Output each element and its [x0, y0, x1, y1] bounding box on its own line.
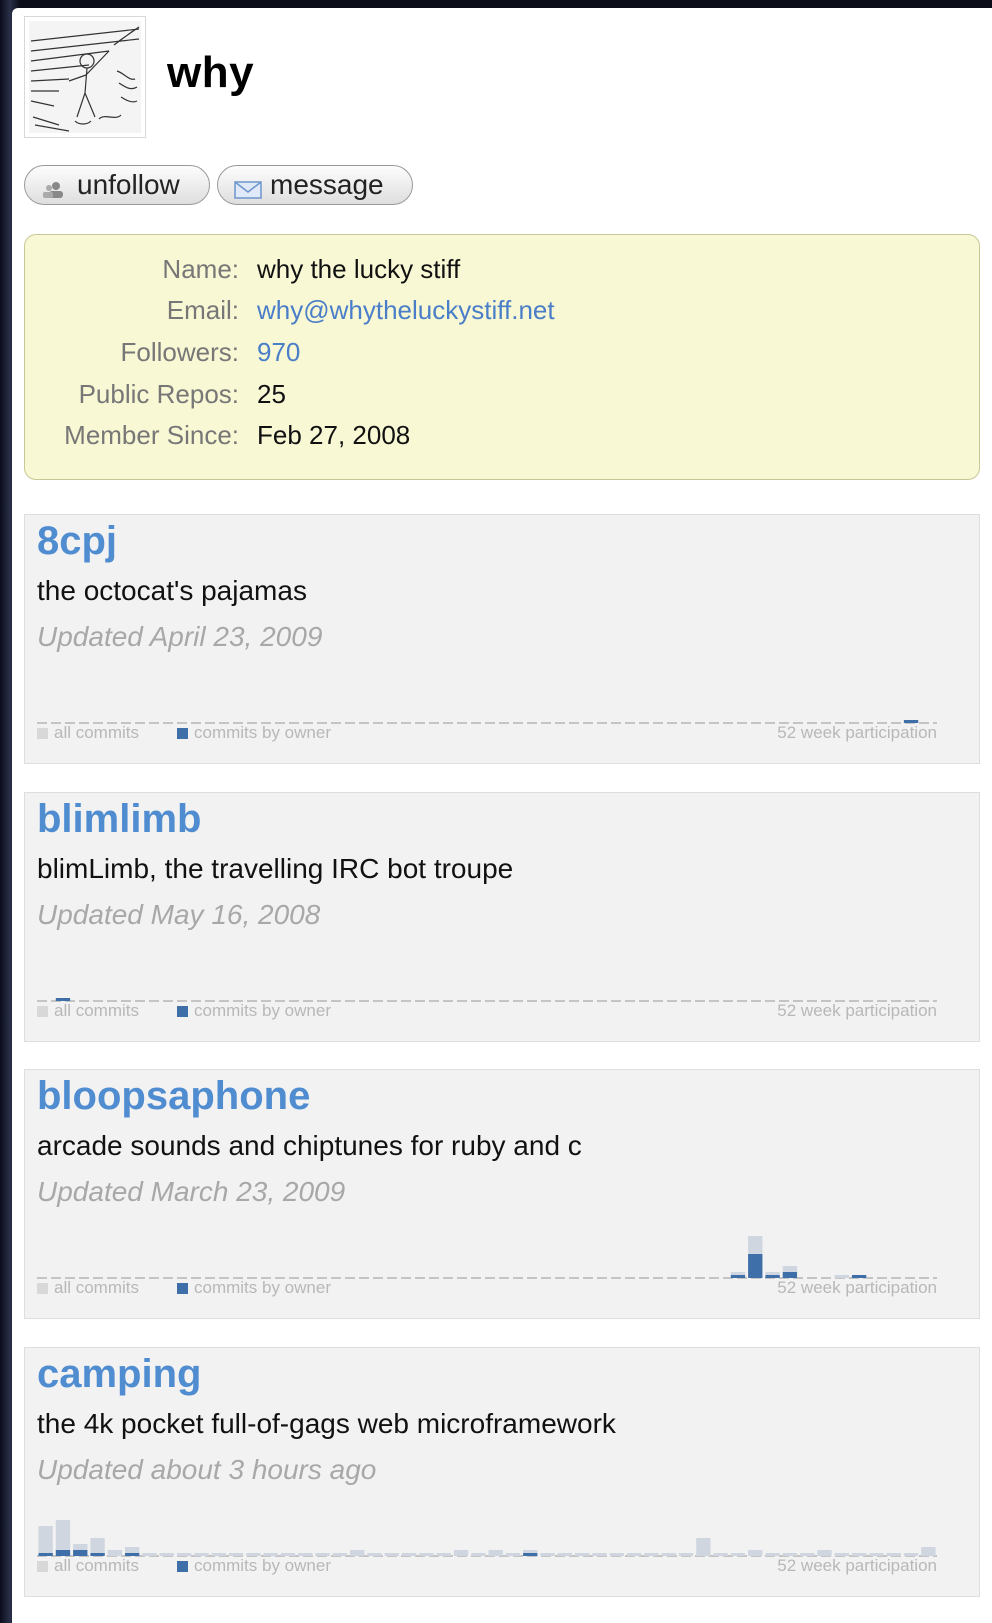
member-since-label: Member Since:: [64, 420, 239, 450]
legend-owner-commits: commits by owner: [177, 723, 331, 743]
profile-username: why: [167, 48, 255, 97]
avatar[interactable]: [24, 16, 146, 138]
info-row-repos: Public Repos: 25: [25, 374, 979, 414]
sketch-avatar-icon: [29, 21, 141, 133]
repo-updated: Updated about 3 hours ago: [37, 1454, 377, 1485]
participation-graph: [37, 1520, 937, 1557]
member-since-value: Feb 27, 2008: [257, 420, 411, 450]
message-button[interactable]: message: [217, 165, 413, 205]
repo-updated: Updated April 23, 2009: [37, 621, 323, 652]
repo-description: the octocat's pajamas: [37, 575, 307, 606]
name-value: why the lucky stiff: [257, 254, 461, 284]
graph-legend: all commits commits by owner 52 week par…: [37, 1001, 937, 1025]
repo-description: the 4k pocket full-of-gags web microfram…: [37, 1408, 616, 1439]
owner-commits-bar: [748, 1254, 763, 1278]
graph-legend: all commits commits by owner 52 week par…: [37, 1556, 937, 1580]
all-commits-bar: [696, 1538, 711, 1556]
name-label: Name:: [162, 254, 239, 284]
all-commits-bar: [38, 1526, 53, 1556]
legend-owner-commits: commits by owner: [177, 1278, 331, 1298]
participation-graph: [37, 998, 937, 1002]
profile-info-box: Name: why the lucky stiff Email: why@why…: [24, 234, 980, 480]
participation-graph: [37, 1236, 937, 1279]
followers-label: Followers:: [120, 337, 239, 367]
legend-participation: 52 week participation: [777, 1278, 937, 1297]
repo-name-link[interactable]: bloopsaphone: [37, 1074, 310, 1119]
message-label: message: [270, 169, 384, 200]
graph-legend: all commits commits by owner 52 week par…: [37, 723, 937, 747]
participation-graph: [37, 720, 937, 724]
repo-description: arcade sounds and chiptunes for ruby and…: [37, 1130, 582, 1161]
legend-all-commits: all commits: [37, 1278, 139, 1298]
legend-participation: 52 week participation: [777, 1556, 937, 1575]
legend-all-commits: all commits: [37, 1001, 139, 1021]
repo-name-link[interactable]: blimlimb: [37, 797, 201, 842]
info-row-email: Email: why@whytheluckystiff.net: [25, 290, 979, 330]
repo-updated: Updated May 16, 2008: [37, 899, 321, 930]
legend-participation: 52 week participation: [777, 723, 937, 742]
repo-card: blimlimb blimLimb, the travelling IRC bo…: [24, 792, 980, 1042]
window-frame: why unfollow message Name: why the lucky…: [0, 0, 992, 1623]
legend-all-commits: all commits: [37, 723, 139, 743]
unfollow-label: unfollow: [77, 169, 180, 200]
repo-name-link[interactable]: camping: [37, 1352, 201, 1397]
envelope-icon: [234, 175, 262, 199]
repo-card: bloopsaphone arcade sounds and chiptunes…: [24, 1069, 980, 1319]
repo-card: camping the 4k pocket full-of-gags web m…: [24, 1347, 980, 1597]
legend-owner-commits: commits by owner: [177, 1556, 331, 1576]
repo-name-link[interactable]: 8cpj: [37, 519, 117, 564]
users-icon: [41, 175, 67, 198]
info-row-followers: Followers: 970: [25, 332, 979, 372]
followers-link[interactable]: 970: [257, 332, 300, 372]
repo-description: blimLimb, the travelling IRC bot troupe: [37, 853, 514, 884]
info-row-member-since: Member Since: Feb 27, 2008: [25, 415, 979, 455]
info-row-name: Name: why the lucky stiff: [25, 249, 979, 289]
email-link[interactable]: why@whytheluckystiff.net: [257, 290, 555, 330]
legend-participation: 52 week participation: [777, 1001, 937, 1020]
profile-page: why unfollow message Name: why the lucky…: [12, 8, 992, 1623]
repos-value: 25: [257, 379, 286, 409]
all-commits-bar: [921, 1547, 936, 1556]
graph-legend: all commits commits by owner 52 week par…: [37, 1278, 937, 1302]
repo-updated: Updated March 23, 2009: [37, 1176, 346, 1207]
unfollow-button[interactable]: unfollow: [24, 165, 210, 205]
legend-all-commits: all commits: [37, 1556, 139, 1576]
email-label: Email:: [166, 295, 239, 325]
repos-label: Public Repos:: [78, 379, 239, 409]
repo-card: 8cpj the octocat's pajamas Updated April…: [24, 514, 980, 764]
legend-owner-commits: commits by owner: [177, 1001, 331, 1021]
